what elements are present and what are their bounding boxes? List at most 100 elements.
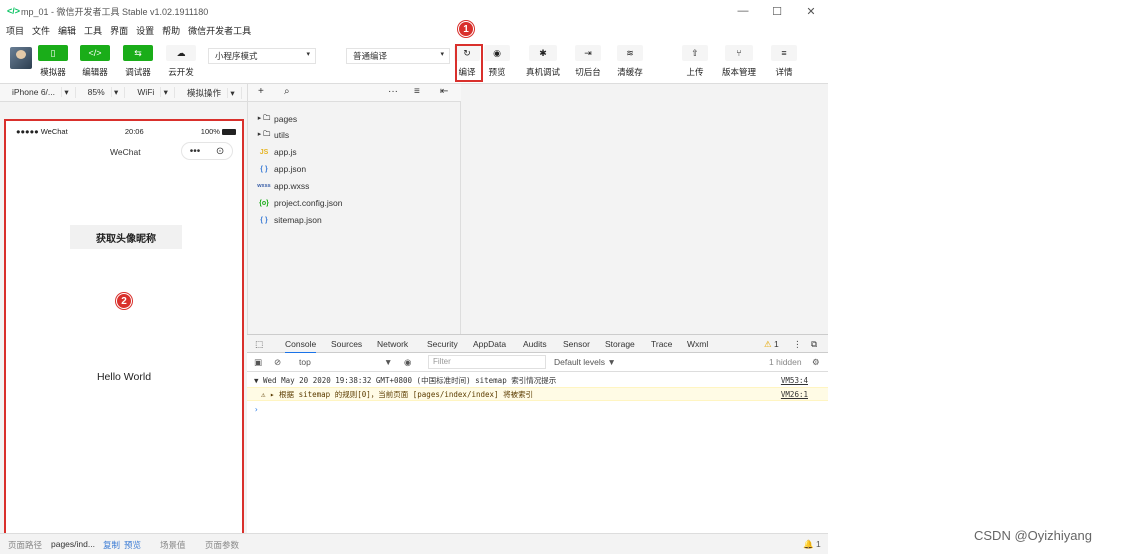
background-button[interactable]: ⇥ 切后台: [575, 45, 601, 78]
undock-icon[interactable]: ⧉: [811, 339, 817, 350]
sim-operations-value: 模拟操作: [180, 87, 228, 98]
clear-console-icon[interactable]: ⊘: [274, 357, 281, 368]
battery-status: 100%: [201, 127, 236, 136]
wxss-file-icon: wxss: [257, 183, 271, 189]
sidebar-toggle-icon[interactable]: ▣: [254, 357, 262, 368]
upload-button[interactable]: ⇧ 上传: [682, 45, 708, 78]
code-icon: </>: [80, 45, 110, 61]
menu-file[interactable]: 文件: [32, 24, 50, 37]
file-name: utils: [274, 130, 290, 140]
menu-tools[interactable]: 工具: [84, 24, 102, 37]
file-tree-item[interactable]: ▸ 🗀 utils: [256, 128, 289, 142]
window-title: mp_01 - 微信开发者工具 Stable v1.02.1911180: [21, 6, 209, 17]
log-source-link[interactable]: VM53:4: [781, 376, 808, 385]
mode-select-value: 小程序模式: [215, 51, 258, 61]
close-mini-program-icon[interactable]: ⊙: [216, 146, 224, 157]
chevron-down-icon: ▾: [306, 51, 310, 58]
log-entry[interactable]: ▼ Wed May 20 2020 19:38:32 GMT+0800 (中国标…: [247, 373, 828, 387]
editor-toggle-button[interactable]: </> 编辑器: [80, 45, 110, 78]
clear-cache-button[interactable]: ≋ 清缓存: [617, 45, 643, 78]
eye-icon[interactable]: ◉: [404, 357, 411, 368]
close-icon[interactable]: ✕: [794, 0, 828, 22]
copy-link[interactable]: 复制: [103, 539, 120, 551]
file-tree-item[interactable]: { } sitemap.json: [256, 213, 321, 227]
file-name: app.wxss: [274, 181, 310, 191]
more-icon[interactable]: •••: [190, 146, 201, 157]
details-button[interactable]: ≡ 详情: [771, 45, 797, 78]
file-tree-item[interactable]: JS app.js: [256, 145, 297, 159]
search-icon[interactable]: ⌕: [284, 86, 290, 97]
log-text: ▼ Wed May 20 2020 19:38:32 GMT+0800 (中国标…: [254, 375, 557, 385]
preview-button[interactable]: ◉ 预览: [484, 45, 510, 78]
maximize-icon[interactable]: ☐: [760, 0, 794, 22]
page-params[interactable]: 页面参数: [205, 539, 239, 551]
log-levels-select[interactable]: Default levels ▼: [554, 357, 616, 367]
phone-status-bar: ●●●●● WeChat 20:06 100%: [16, 127, 236, 136]
version-button[interactable]: ⑂ 版本管理: [722, 45, 756, 78]
file-tree-item[interactable]: wxss app.wxss: [256, 179, 309, 193]
warning-count-badge[interactable]: ⚠ 1: [764, 339, 779, 350]
tab-console[interactable]: Console: [285, 339, 317, 354]
minimize-icon[interactable]: —: [726, 0, 760, 22]
tab-appdata[interactable]: AppData: [473, 339, 506, 349]
menu-view[interactable]: 界面: [110, 24, 128, 37]
tab-security[interactable]: Security: [427, 339, 458, 349]
menu-edit[interactable]: 编辑: [58, 24, 76, 37]
menu-help[interactable]: 帮助: [162, 24, 180, 37]
scene-value[interactable]: 场景值: [160, 539, 186, 551]
debug-icon: ⇆: [123, 45, 153, 61]
mode-select[interactable]: 小程序模式 ▾: [208, 48, 316, 64]
log-entry-warning[interactable]: ⚠ ▸ 根据 sitemap 的规则[0]，当前页面 [pages/index/…: [247, 387, 828, 401]
simulator-toggle-button[interactable]: ▯ 模拟器: [38, 45, 68, 78]
log-source-link[interactable]: VM26:1: [781, 390, 808, 399]
app-logo-icon: </>: [7, 6, 21, 16]
notification-bell-icon[interactable]: 🔔 1: [803, 539, 821, 550]
device-select[interactable]: iPhone 6/... ▾: [0, 87, 76, 98]
remote-debug-button[interactable]: ✱ 真机调试: [526, 45, 560, 78]
editor-area[interactable]: [461, 84, 828, 334]
bug-icon: ✱: [529, 45, 557, 61]
context-select[interactable]: top: [299, 357, 311, 367]
sort-icon[interactable]: ≡: [414, 86, 420, 97]
preview-label: 预览: [488, 67, 506, 77]
chevron-down-icon[interactable]: ▼: [384, 357, 392, 367]
file-name: project.config.json: [274, 198, 343, 208]
tab-wxml[interactable]: Wxml: [687, 339, 708, 349]
more-options-icon[interactable]: ···: [388, 86, 398, 97]
console-prompt[interactable]: ›: [247, 402, 828, 416]
collapse-icon[interactable]: ⇤: [440, 86, 448, 97]
menu-wechat-devtools[interactable]: 微信开发者工具: [188, 24, 251, 37]
tab-sources[interactable]: Sources: [331, 339, 362, 349]
tab-sensor[interactable]: Sensor: [563, 339, 590, 349]
file-tree-item[interactable]: {o} project.config.json: [256, 196, 343, 210]
sim-operations-select[interactable]: 模拟操作 ▾: [175, 86, 242, 99]
tab-storage[interactable]: Storage: [605, 339, 635, 349]
gear-icon[interactable]: ⚙: [812, 357, 820, 368]
tab-network[interactable]: Network: [377, 339, 408, 349]
remote-debug-label: 真机调试: [526, 67, 561, 77]
menu-icon: ≡: [771, 45, 797, 61]
js-file-icon: JS: [259, 148, 269, 156]
preview-link[interactable]: 预览: [124, 539, 141, 551]
menu-project[interactable]: 项目: [6, 24, 24, 37]
compile-select[interactable]: 普通编译 ▾: [346, 48, 450, 64]
upload-icon: ⇧: [682, 45, 708, 61]
debugger-toggle-button[interactable]: ⇆ 调试器: [123, 45, 153, 78]
tab-trace[interactable]: Trace: [651, 339, 672, 349]
kebab-menu-icon[interactable]: ⋮: [793, 339, 802, 350]
network-select[interactable]: WiFi ▾: [125, 87, 175, 98]
annotation-badge-1: 1: [458, 21, 474, 37]
folder-icon: ▸ 🗀: [257, 114, 271, 122]
filter-input[interactable]: Filter: [428, 355, 546, 369]
file-tree: ▸ 🗀 pages ▸ 🗀 utils JS app.js { } app.js…: [247, 102, 461, 334]
cloud-dev-button[interactable]: ☁ 云开发: [166, 45, 196, 78]
inspect-icon[interactable]: ⬚: [255, 339, 263, 350]
add-file-icon[interactable]: +: [258, 86, 264, 97]
menu-settings[interactable]: 设置: [136, 24, 154, 37]
get-userinfo-button[interactable]: 获取头像昵称: [70, 225, 182, 249]
file-tree-item[interactable]: { } app.json: [256, 162, 306, 176]
tab-audits[interactable]: Audits: [523, 339, 547, 349]
file-tree-item[interactable]: ▸ 🗀 pages: [256, 112, 297, 126]
zoom-select[interactable]: 85% ▾: [76, 87, 126, 98]
avatar[interactable]: [10, 47, 32, 69]
